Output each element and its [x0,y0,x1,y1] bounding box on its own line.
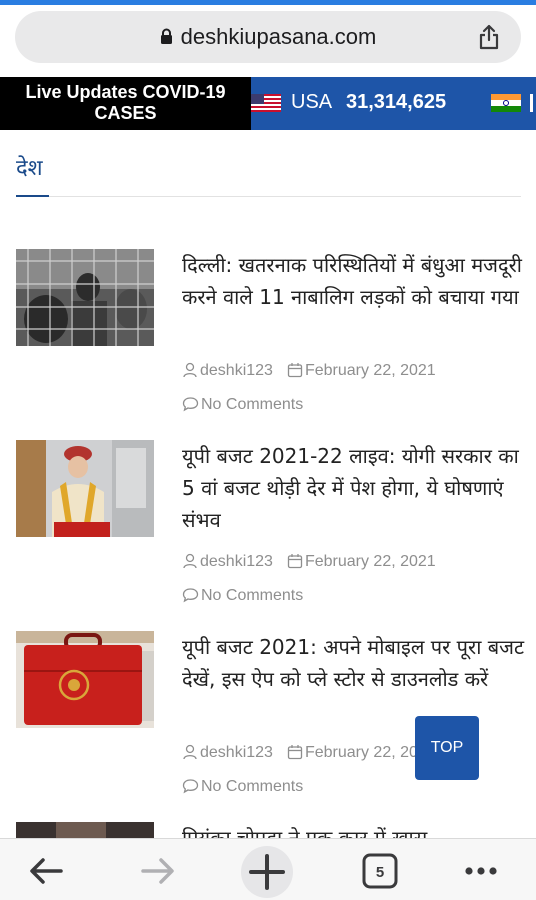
comment-icon [182,779,199,794]
comment-icon [182,397,199,412]
browser-bottom-toolbar: 5 [0,838,536,900]
article-title[interactable]: प्रियंका चोपड़ा ने एक कार में ख़ास [182,822,521,838]
tabs-icon[interactable]: 5 [358,849,402,893]
article-item[interactable]: दिल्ली: खतरनाक परिस्थितियों में बंधुआ मज… [16,249,522,429]
url-display[interactable]: deshkiupasana.com [15,24,521,50]
article-comments[interactable]: No Comments [201,587,303,604]
user-icon [183,553,197,569]
new-tab-plus-icon[interactable] [240,845,294,899]
more-options-icon[interactable] [459,849,503,893]
article-item[interactable]: यूपी बजट 2021-22 लाइव: योगी सरकार का 5 व… [16,440,521,620]
article-meta: deshki123 February 22, 2021 [182,744,436,762]
calendar-icon [287,554,303,569]
india-flag-icon [491,94,521,112]
article-thumbnail[interactable] [16,822,154,838]
article-date: February 22, 2021 [304,362,436,379]
article-comments[interactable]: No Comments [201,396,303,413]
calendar-icon [287,745,303,760]
section-title-underline [16,195,49,197]
user-icon [183,744,197,760]
article-title[interactable]: यूपी बजट 2021: अपने मोबाइल पर पूरा बजट द… [182,631,527,695]
ticker-label: Live Updates COVID-19 CASES [0,77,251,130]
ticker-next-item [530,94,533,112]
article-thumbnail[interactable] [16,249,154,346]
article-comments[interactable]: No Comments [201,778,303,795]
article-comments-meta: No Comments [182,396,303,414]
article-title[interactable]: यूपी बजट 2021-22 लाइव: योगी सरकार का 5 व… [182,440,527,536]
article-thumbnail[interactable] [16,440,154,537]
section-divider [49,196,521,197]
article-item[interactable]: प्रियंका चोपड़ा ने एक कार में ख़ास [16,822,521,838]
share-icon[interactable] [477,24,501,50]
covid-ticker: Live Updates COVID-19 CASES USA 31,314,6… [0,77,536,130]
article-title[interactable]: दिल्ली: खतरनाक परिस्थितियों में बंधुआ मज… [182,249,527,313]
calendar-icon [287,363,303,378]
ticker-country: USA [291,91,333,113]
lock-icon [160,28,172,44]
article-meta: deshki123 February 22, 2021 [182,553,436,571]
article-thumbnail[interactable] [16,631,154,728]
back-arrow-icon[interactable] [25,849,69,893]
article-author[interactable]: deshki123 [200,553,273,570]
user-icon [183,362,197,378]
section-title[interactable]: देश [16,152,43,182]
article-comments-meta: No Comments [182,587,303,605]
forward-arrow-icon[interactable] [135,849,179,893]
back-to-top-button[interactable]: TOP [415,716,479,780]
url-text: deshkiupasana.com [180,24,377,49]
browser-toolbar: deshkiupasana.com [0,5,536,77]
article-author[interactable]: deshki123 [200,362,273,379]
article-author[interactable]: deshki123 [200,744,273,761]
tab-count: 5 [376,864,384,881]
article-date: February 22, 2021 [304,553,436,570]
us-flag-icon [251,94,281,112]
ticker-case-count: 31,314,625 [346,91,447,113]
address-bar[interactable]: deshkiupasana.com [15,11,521,63]
article-meta: deshki123 February 22, 2021 [182,362,436,380]
comment-icon [182,588,199,603]
article-comments-meta: No Comments [182,778,303,796]
